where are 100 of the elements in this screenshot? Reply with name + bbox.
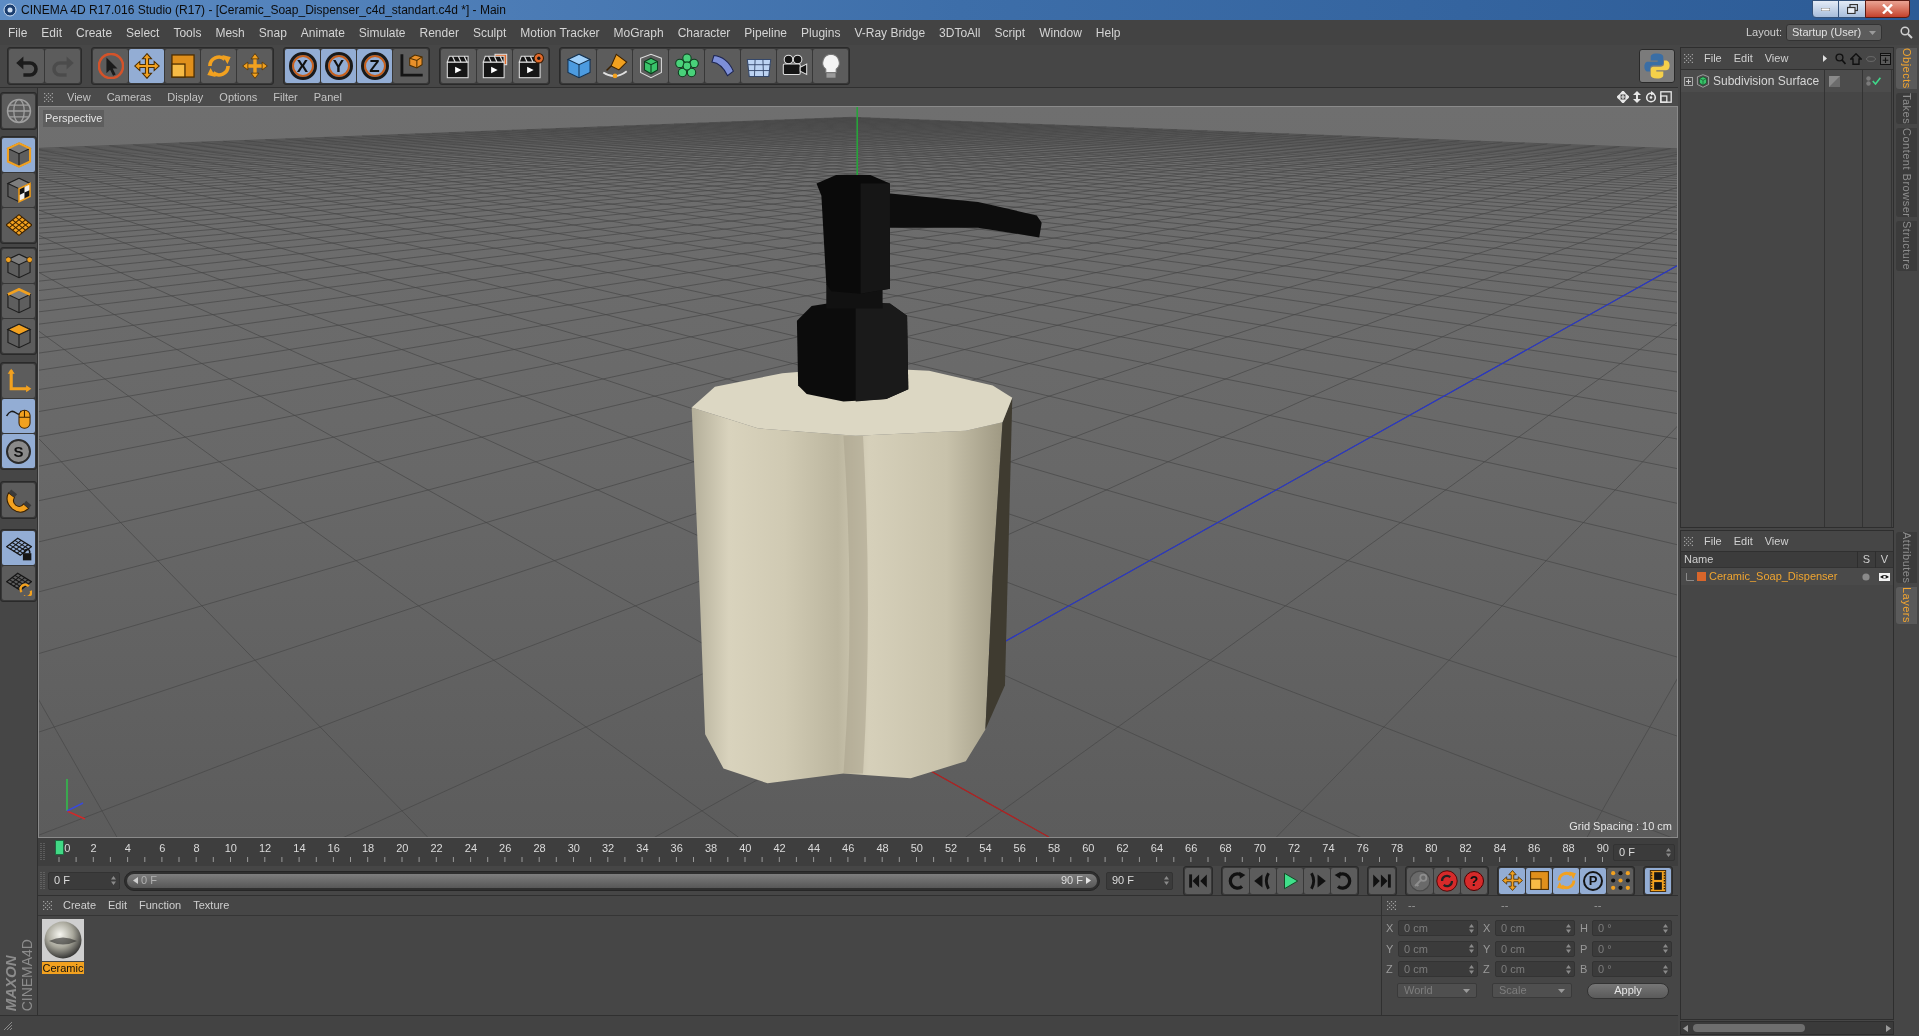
step-forward-button[interactable]: [1304, 867, 1330, 894]
object-menu-item[interactable]: Edit: [1727, 50, 1759, 67]
maximize-view-icon[interactable]: [1660, 91, 1672, 103]
expand-arrow-icon[interactable]: [1823, 55, 1827, 62]
menu-item[interactable]: V-Ray Bridge: [847, 23, 933, 42]
coordinates-grip-icon[interactable]: [1387, 901, 1396, 910]
material-sphere-thumbnail[interactable]: [42, 919, 84, 961]
material-menu-item[interactable]: Create: [57, 897, 103, 914]
side-tab[interactable]: Layers: [1896, 587, 1917, 624]
select-tool-button[interactable]: [93, 49, 128, 83]
start-frame-field[interactable]: 0 F: [48, 871, 120, 890]
coordinate-system-button[interactable]: [393, 49, 428, 83]
solo-mode-button[interactable]: S: [2, 434, 35, 468]
timeline-grip-icon[interactable]: [40, 842, 45, 862]
orbit-icon[interactable]: [1645, 91, 1657, 103]
menu-item[interactable]: File: [1, 23, 35, 42]
menu-item[interactable]: Select: [119, 23, 167, 42]
maximize-button[interactable]: [1839, 0, 1865, 18]
spinner-arrows-icon[interactable]: [1663, 923, 1668, 933]
workplane-mode-button[interactable]: [2, 208, 35, 242]
menu-item[interactable]: Simulate: [351, 23, 413, 42]
camera-button[interactable]: [777, 49, 812, 83]
frame-row-grip-icon[interactable]: [40, 870, 45, 891]
material-grip-icon[interactable]: [43, 901, 52, 910]
apply-button[interactable]: Apply: [1587, 982, 1669, 999]
viewport-menu-item[interactable]: View: [59, 88, 99, 106]
menu-item[interactable]: Create: [69, 23, 120, 42]
spinner-arrows-icon[interactable]: [1566, 944, 1571, 954]
scale-key-button[interactable]: [1526, 867, 1552, 894]
eye-icon[interactable]: [1878, 572, 1890, 581]
render-view-button[interactable]: [441, 49, 476, 83]
scrollbar-thumb[interactable]: [1693, 1024, 1805, 1032]
layer-manager-grip-icon[interactable]: [1684, 536, 1693, 546]
step-back-button[interactable]: [1250, 867, 1276, 894]
loop-forward-button[interactable]: [1331, 867, 1357, 894]
light-button[interactable]: [813, 49, 848, 83]
panel-plus-icon[interactable]: [1880, 52, 1891, 65]
side-tab[interactable]: Structure: [1896, 221, 1917, 271]
layer-menu-item[interactable]: View: [1758, 532, 1795, 550]
axis-mode-button[interactable]: [2, 364, 35, 398]
menu-item[interactable]: Plugins: [794, 23, 848, 42]
layer-dot-icon[interactable]: [1866, 76, 1871, 86]
layer-menu-item[interactable]: Edit: [1727, 532, 1759, 550]
loop-back-button[interactable]: [1223, 867, 1249, 894]
help-button[interactable]: ?: [1461, 867, 1487, 894]
current-frame-field[interactable]: 0 F: [1613, 843, 1675, 861]
texture-mode-button[interactable]: [2, 173, 35, 207]
menu-item[interactable]: Snap: [251, 23, 294, 42]
subdivision-button[interactable]: [633, 49, 668, 83]
menu-item[interactable]: Mesh: [208, 23, 252, 42]
pan-arrows-icon[interactable]: [1617, 91, 1629, 103]
spinner-arrows-icon[interactable]: [1663, 944, 1668, 954]
param-key-button[interactable]: P: [1580, 867, 1606, 894]
transform-tool-button[interactable]: [237, 49, 272, 83]
edges-mode-button[interactable]: [2, 284, 35, 318]
menu-item[interactable]: Script: [987, 23, 1033, 42]
scale-tool-button[interactable]: [165, 49, 200, 83]
play-button[interactable]: [1277, 867, 1303, 894]
menu-item[interactable]: Render: [412, 23, 466, 42]
model-mode-button[interactable]: [2, 138, 35, 172]
zoom-arrows-icon[interactable]: [1632, 91, 1642, 103]
menu-item[interactable]: Character: [670, 23, 738, 42]
layer-color-swatch[interactable]: [1697, 572, 1706, 581]
viewport-menu-item[interactable]: Display: [159, 88, 212, 106]
cloner-button[interactable]: [669, 49, 704, 83]
check-icon[interactable]: [1872, 77, 1881, 85]
search-icon[interactable]: [1900, 26, 1913, 39]
python-script-button[interactable]: [1639, 49, 1675, 83]
spinner-arrows-icon[interactable]: [1566, 923, 1571, 933]
rotate-key-button[interactable]: [1553, 867, 1579, 894]
menu-item[interactable]: 3DToAll: [932, 23, 988, 42]
rotate-tool-button[interactable]: [201, 49, 236, 83]
viewport-menu-item[interactable]: Options: [211, 88, 266, 106]
column-header[interactable]: S: [1857, 551, 1875, 568]
menu-item[interactable]: Edit: [34, 23, 70, 42]
side-tab[interactable]: Attributes: [1896, 532, 1917, 584]
end-frame-field[interactable]: 90 F: [1106, 871, 1173, 890]
close-button[interactable]: [1865, 0, 1910, 18]
autokey-button[interactable]: [1434, 867, 1460, 894]
axis-lock-button[interactable]: Y: [321, 49, 356, 83]
render-picture-button[interactable]: [477, 49, 512, 83]
scroll-left-icon[interactable]: [1683, 1024, 1688, 1032]
menu-item[interactable]: Animate: [293, 23, 352, 42]
menu-item[interactable]: Sculpt: [465, 23, 514, 42]
keyframe-button[interactable]: [1407, 867, 1433, 894]
grid-lock-mode-button[interactable]: [2, 531, 35, 565]
move-key-button[interactable]: [1499, 867, 1525, 894]
expand-plus-icon[interactable]: [1684, 76, 1693, 86]
move-tool-button[interactable]: [129, 49, 164, 83]
side-tab[interactable]: Content Browser: [1896, 128, 1917, 218]
menu-item[interactable]: MoGraph: [606, 23, 671, 42]
minimize-button[interactable]: [1812, 0, 1839, 18]
axis-lock-button[interactable]: X: [285, 49, 320, 83]
app-icon[interactable]: [3, 3, 17, 17]
render-settings-button[interactable]: [513, 49, 548, 83]
column-header[interactable]: V: [1875, 551, 1893, 568]
menu-item[interactable]: Motion Tracker: [513, 23, 607, 42]
menu-item[interactable]: Help: [1088, 23, 1128, 42]
floor-button[interactable]: [741, 49, 776, 83]
spinner-arrows-icon[interactable]: [1164, 876, 1169, 885]
